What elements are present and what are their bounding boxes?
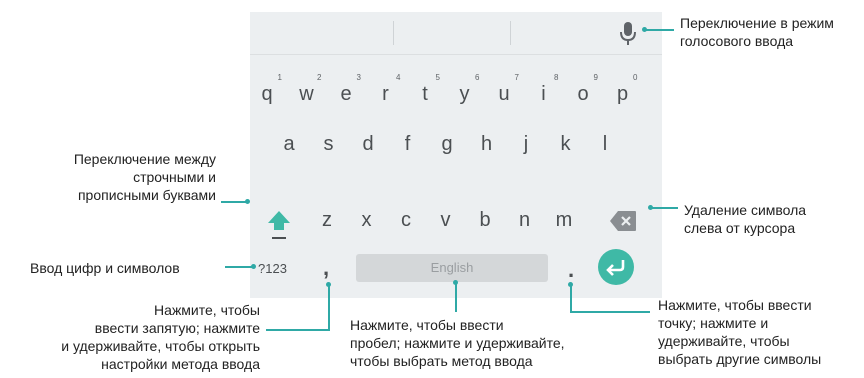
- key-h[interactable]: h: [470, 124, 504, 164]
- callout-line-period-h: [570, 311, 650, 313]
- callout-line-period: [570, 284, 572, 313]
- backspace-icon: [610, 211, 636, 231]
- key-g[interactable]: g: [430, 124, 464, 164]
- key-r[interactable]: 4r: [369, 73, 403, 114]
- key-q[interactable]: 1q: [250, 73, 284, 114]
- key-x[interactable]: x: [350, 200, 384, 240]
- callout-line-space: [455, 282, 457, 312]
- suggestion-divider: [510, 21, 511, 45]
- shift-key[interactable]: [266, 208, 292, 244]
- key-u[interactable]: 7u: [487, 73, 521, 114]
- backspace-key[interactable]: [609, 210, 637, 232]
- key-c[interactable]: c: [389, 200, 423, 240]
- callout-space: Нажмите, чтобы ввести пробел; нажмите и …: [350, 317, 565, 369]
- callout-case-switch: Переключение между строчными и прописным…: [73, 151, 216, 203]
- key-digit-hint: 7: [514, 73, 519, 82]
- key-e[interactable]: 3e: [329, 73, 363, 114]
- key-a[interactable]: a: [272, 124, 306, 164]
- key-digit-hint: 3: [356, 73, 361, 82]
- keyboard-diagram: 1q2w3e4r5t6y7u8i9o0p asdfghjkl zxcvbnm ?…: [0, 0, 864, 378]
- callout-line-case: [221, 201, 247, 203]
- callout-symbols: Ввод цифр и символов: [30, 260, 180, 276]
- key-w[interactable]: 2w: [290, 73, 324, 114]
- key-f[interactable]: f: [391, 124, 425, 164]
- callout-dot-symbols: [251, 264, 256, 269]
- key-s[interactable]: s: [312, 124, 346, 164]
- key-digit-hint: 8: [554, 73, 559, 82]
- callout-line-symbols: [225, 266, 253, 268]
- callout-comma: Нажмите, чтобы ввести запятую; нажмите и…: [61, 302, 260, 372]
- callout-delete-char: Удаление символа слева от курсора: [684, 202, 807, 236]
- suggestion-divider: [393, 21, 394, 45]
- callout-line-comma: [328, 284, 330, 331]
- key-digit-hint: 0: [633, 73, 638, 82]
- callout-dot-case: [245, 199, 250, 204]
- callout-line-comma-h: [266, 329, 330, 331]
- key-digit-hint: 5: [435, 73, 440, 82]
- enter-arrow-icon: [606, 260, 625, 276]
- key-j[interactable]: j: [509, 124, 543, 164]
- key-d[interactable]: d: [351, 124, 385, 164]
- callout-dot-voice: [642, 27, 647, 32]
- key-i[interactable]: 8i: [527, 73, 561, 114]
- soft-keyboard: 1q2w3e4r5t6y7u8i9o0p asdfghjkl zxcvbnm ?…: [250, 12, 662, 298]
- period-key[interactable]: .: [568, 259, 574, 281]
- key-digit-hint: 2: [317, 73, 322, 82]
- enter-key[interactable]: [598, 249, 634, 285]
- callout-dot-period: [568, 282, 573, 287]
- key-v[interactable]: v: [429, 200, 463, 240]
- callout-voice-input: Переключение в режим голосового ввода: [680, 15, 834, 49]
- key-p[interactable]: 0p: [606, 73, 640, 114]
- key-o[interactable]: 9o: [566, 73, 600, 114]
- key-z[interactable]: z: [310, 200, 344, 240]
- comma-key[interactable]: ,: [323, 256, 329, 280]
- key-digit-hint: 4: [396, 73, 401, 82]
- callout-dot-comma: [326, 282, 331, 287]
- symbols-key[interactable]: ?123: [258, 260, 287, 278]
- shift-arrow-icon: [268, 211, 290, 230]
- key-l[interactable]: l: [588, 124, 622, 164]
- key-k[interactable]: k: [549, 124, 583, 164]
- callout-dot-space: [453, 280, 458, 285]
- callout-line-delete: [652, 207, 678, 209]
- key-b[interactable]: b: [468, 200, 502, 240]
- key-t[interactable]: 5t: [408, 73, 442, 114]
- callout-dot-delete: [648, 205, 653, 210]
- callout-period: Нажмите, чтобы ввести точку; нажмите и у…: [658, 297, 822, 367]
- microphone-icon[interactable]: [618, 21, 638, 47]
- key-m[interactable]: m: [547, 200, 581, 240]
- key-digit-hint: 6: [475, 73, 480, 82]
- key-digit-hint: 9: [593, 73, 598, 82]
- space-bar[interactable]: English: [356, 254, 548, 282]
- key-y[interactable]: 6y: [448, 73, 482, 114]
- shift-underline: [272, 237, 286, 239]
- key-digit-hint: 1: [277, 73, 282, 82]
- suggestion-bar: [250, 12, 662, 55]
- callout-line-voice: [646, 29, 674, 31]
- key-n[interactable]: n: [508, 200, 542, 240]
